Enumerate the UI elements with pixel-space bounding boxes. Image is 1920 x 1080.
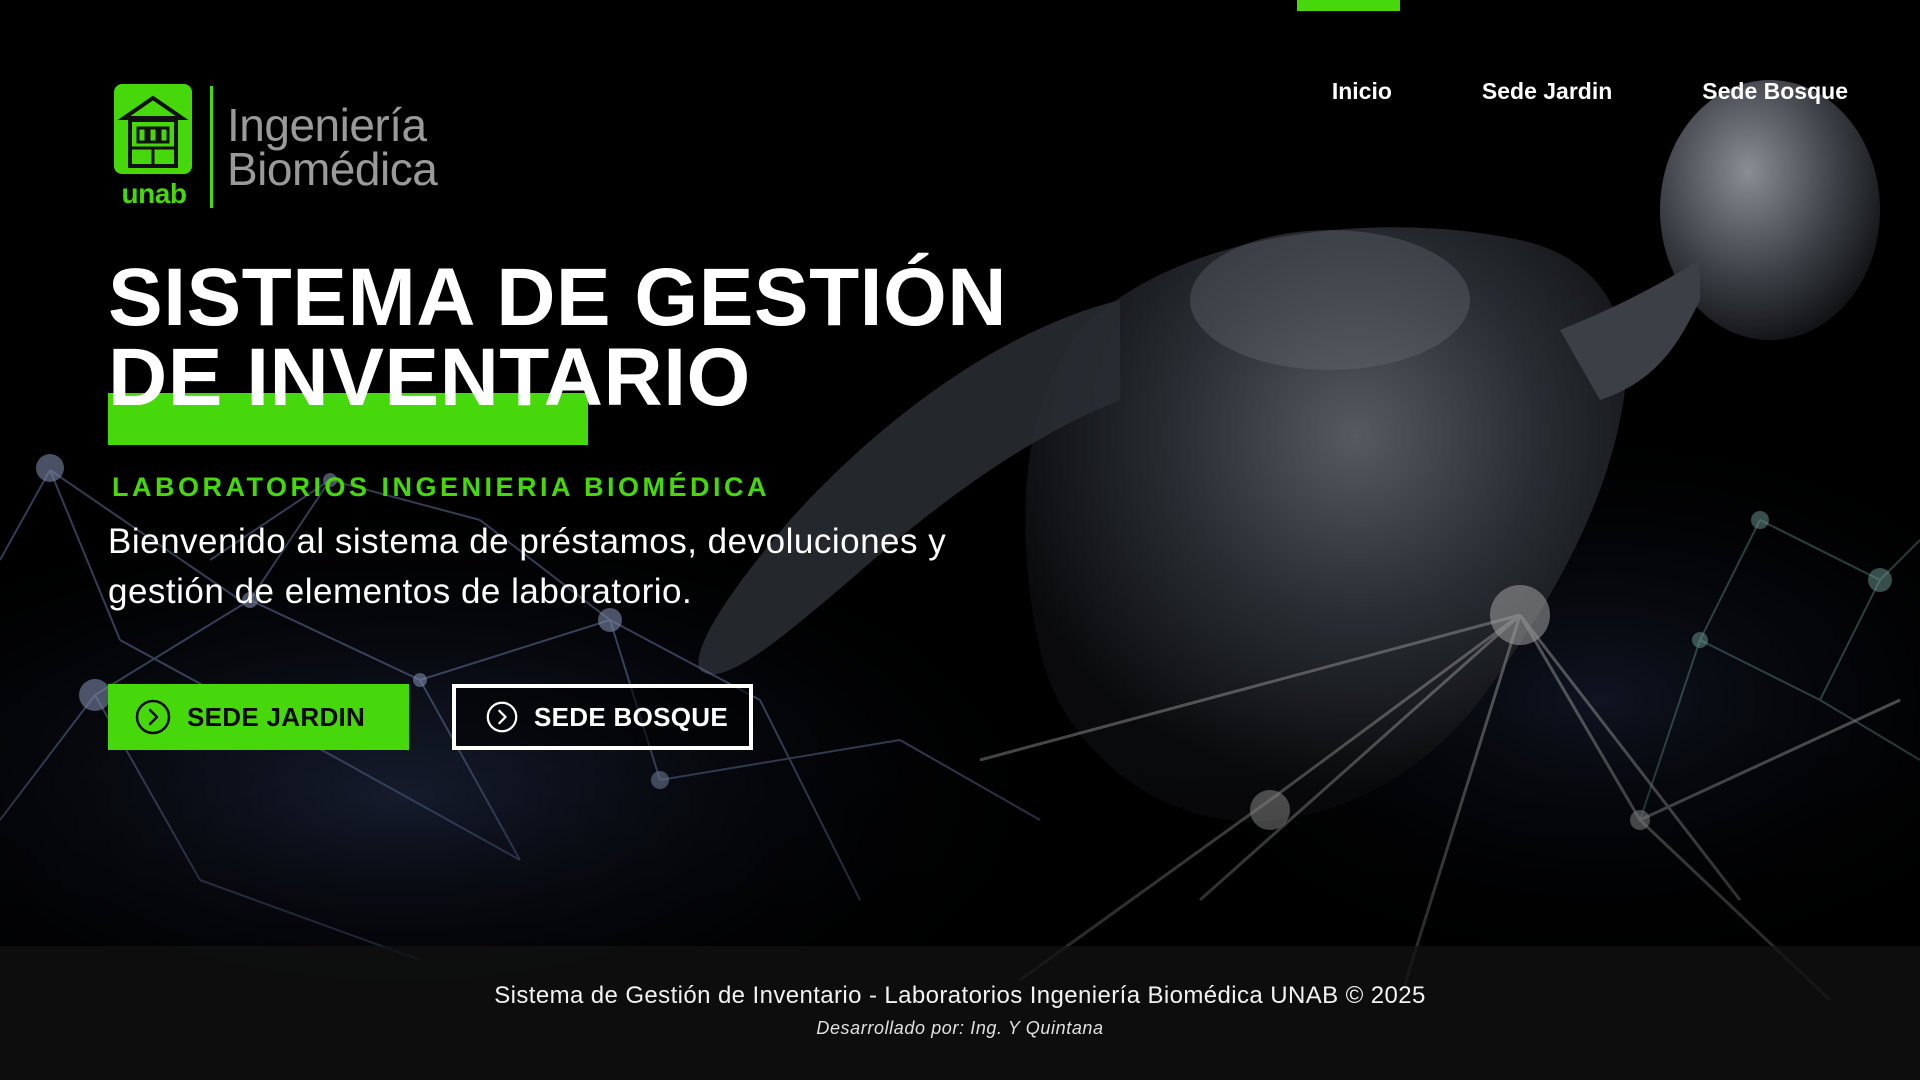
nav-item-sede-jardin[interactable]: Sede Jardin [1482,78,1612,105]
logo-line-1: Ingeniería [227,99,427,151]
sede-jardin-button[interactable]: SEDE JARDIN [108,684,409,750]
sede-bosque-button[interactable]: SEDE BOSQUE [452,684,753,750]
logo-short-name: unab [121,178,187,209]
nav-item-inicio[interactable]: Inicio [1332,78,1392,105]
page-title-line-2: DE INVENTARIO [108,332,751,423]
hero-description-line-2: gestión de elementos de laboratorio. [108,572,693,611]
logo-line-2: Biomédica [227,143,438,195]
page-title-line-1: SISTEMA DE GESTIÓN [108,252,1007,343]
sede-bosque-button-label: SEDE BOSQUE [534,701,729,732]
logo-divider [210,86,213,208]
hero-description-line-1: Bienvenido al sistema de préstamos, devo… [108,522,947,561]
arrow-circle-right-icon [486,701,518,733]
brand-logo[interactable]: unab Ingeniería Biomédica [114,84,438,210]
hero-subtitle: LABORATORIOS INGENIERIA BIOMÉDICA [112,472,771,502]
arrow-circle-right-icon [135,699,171,735]
footer-credit: Desarrollado por: Ing. Y Quintana [816,1018,1104,1038]
footer-copyright: Sistema de Gestión de Inventario - Labor… [494,982,1426,1009]
building-icon [114,84,192,174]
unab-logo-mark: unab [114,84,194,210]
landing-page: unab Ingeniería Biomédica Inicio Sede Ja… [0,0,1920,1080]
sede-jardin-button-label: SEDE JARDIN [187,701,366,732]
hero-description: Bienvenido al sistema de préstamos, devo… [108,517,1028,617]
nav-item-sede-bosque[interactable]: Sede Bosque [1702,78,1848,105]
main-nav: Inicio Sede Jardin Sede Bosque [1242,78,1848,105]
page-title: SISTEMA DE GESTIÓN DE INVENTARIO [108,257,1007,419]
active-nav-indicator [1297,0,1400,11]
logo-wordmark: Ingeniería Biomédica [227,99,438,195]
page-footer: Sistema de Gestión de Inventario - Labor… [0,946,1920,1080]
